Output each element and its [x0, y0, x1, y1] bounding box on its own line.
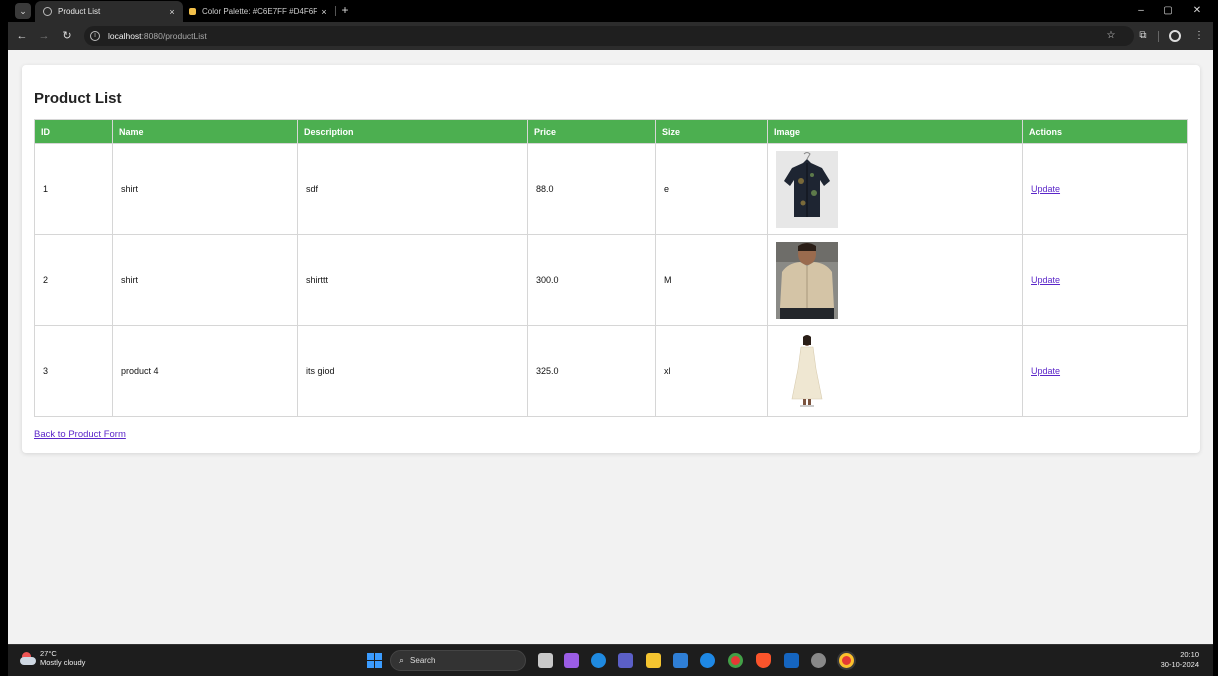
tab-product-list[interactable]: Product List × [35, 1, 183, 22]
menu-kebab-icon[interactable]: ⋮ [1191, 28, 1207, 44]
palette-icon [189, 8, 196, 15]
extensions-icon[interactable]: ⧉ [1135, 28, 1151, 44]
cell-size: M [655, 234, 768, 326]
browser-toolbar: ← → ↻ i localhost:8080/productList ☆ ⧉ ⋮ [8, 22, 1213, 50]
forward-arrow-icon[interactable]: → [36, 28, 52, 44]
cell-price: 88.0 [527, 143, 656, 235]
cell-actions: Update [1022, 143, 1188, 235]
chrome-icon[interactable] [728, 653, 743, 668]
taskbar-search-label: Search [410, 656, 436, 665]
close-window-button[interactable]: ✕ [1187, 3, 1207, 19]
cell-name: shirt [112, 143, 298, 235]
task-view-icon[interactable] [538, 653, 553, 668]
teams-icon[interactable] [618, 653, 633, 668]
app-icon[interactable] [784, 653, 799, 668]
cell-size: xl [655, 325, 768, 417]
file-explorer-icon[interactable] [646, 653, 661, 668]
update-link[interactable]: Update [1031, 184, 1060, 194]
column-header-id: ID [34, 119, 113, 144]
start-windows-icon[interactable] [367, 653, 382, 668]
tab-color-palette[interactable]: Color Palette: #C6E7FF #D4F6FF × [185, 1, 335, 22]
system-clock[interactable]: 20:10 30-10-2024 [1161, 650, 1199, 670]
copilot-icon[interactable] [564, 653, 579, 668]
new-tab-button[interactable]: + [338, 2, 352, 18]
chrome-active-icon[interactable] [839, 653, 854, 668]
cell-image [767, 234, 1023, 326]
tab-close-icon[interactable]: × [317, 7, 331, 17]
cell-price: 300.0 [527, 234, 656, 326]
tab-close-icon[interactable]: × [165, 7, 179, 17]
product-list-card: Product List ID Name Description Price S… [22, 65, 1200, 453]
clock-date: 30-10-2024 [1160, 660, 1199, 669]
column-header-size: Size [655, 119, 768, 144]
site-info-icon[interactable]: i [90, 31, 100, 41]
weather-app-icon[interactable] [700, 653, 715, 668]
cell-actions: Update [1022, 325, 1188, 417]
update-link[interactable]: Update [1031, 275, 1060, 285]
toolbar-divider [1158, 31, 1159, 42]
page-title: Product List [34, 90, 122, 107]
page-viewport: Product List ID Name Description Price S… [8, 50, 1213, 644]
tab-search-button[interactable]: ⌄ [15, 3, 31, 19]
clock-time: 20:10 [1180, 650, 1199, 659]
url-host: localhost [108, 31, 142, 41]
table-header-row: ID Name Description Price Size Image Act… [34, 119, 1188, 144]
tab-separator [335, 6, 336, 16]
product-image-beige-shirt [776, 241, 838, 319]
cell-name: shirt [112, 234, 298, 326]
profile-avatar-icon[interactable] [1169, 30, 1181, 42]
restore-button[interactable]: ▢ [1158, 3, 1178, 19]
url-path: :8080/productList [141, 31, 207, 41]
column-header-price: Price [527, 119, 656, 144]
table-row: 1 shirt sdf 88.0 e Update [34, 143, 1188, 235]
brave-browser-icon[interactable] [756, 653, 771, 668]
weather-temperature: 27°C [40, 649, 57, 658]
column-header-description: Description [297, 119, 528, 144]
cell-size: e [655, 143, 768, 235]
reload-icon[interactable]: ↻ [59, 28, 75, 44]
tab-strip: ⌄ Product List × Color Palette: #C6E7FF … [8, 0, 1213, 22]
cell-price: 325.0 [527, 325, 656, 417]
edge-browser-icon[interactable] [591, 653, 606, 668]
globe-icon [43, 7, 52, 16]
cell-id: 3 [34, 325, 113, 417]
cell-id: 1 [34, 143, 113, 235]
back-to-product-form-link[interactable]: Back to Product Form [34, 429, 126, 440]
product-image-dark-shirt [776, 150, 838, 228]
search-icon: ⌕ [399, 655, 405, 665]
microsoft-store-icon[interactable] [673, 653, 688, 668]
cell-image [767, 143, 1023, 235]
address-bar[interactable]: i localhost:8080/productList [84, 26, 1134, 46]
minimize-button[interactable]: – [1131, 3, 1151, 19]
screen: ⌄ Product List × Color Palette: #C6E7FF … [8, 0, 1213, 676]
cell-name: product 4 [112, 325, 298, 417]
settings-gear-icon[interactable] [811, 653, 826, 668]
bookmark-star-icon[interactable]: ☆ [1103, 28, 1119, 44]
cell-image [767, 325, 1023, 417]
cell-description: sdf [297, 143, 528, 235]
tab-title: Product List [58, 7, 101, 16]
cell-description: its giod [297, 325, 528, 417]
back-arrow-icon[interactable]: ← [14, 28, 30, 44]
cell-actions: Update [1022, 234, 1188, 326]
product-image-cream-dress [776, 332, 838, 410]
table-row: 3 product 4 its giod 325.0 xl Update [34, 325, 1188, 417]
taskbar-search-box[interactable]: ⌕ Search [390, 650, 526, 671]
update-link[interactable]: Update [1031, 366, 1060, 376]
table-row: 2 shirt shirttt 300.0 M Update [34, 234, 1188, 326]
cell-id: 2 [34, 234, 113, 326]
weather-widget[interactable]: 27°C Mostly cloudy [20, 649, 85, 667]
cell-description: shirttt [297, 234, 528, 326]
product-table: ID Name Description Price Size Image Act… [34, 119, 1188, 417]
column-header-name: Name [112, 119, 298, 144]
tab-title: Color Palette: #C6E7FF #D4F6FF [202, 7, 317, 16]
weather-cloudy-icon [20, 651, 36, 665]
weather-description: Mostly cloudy [40, 658, 86, 667]
os-taskbar: 27°C Mostly cloudy ⌕ Search 20:10 30-10-… [8, 644, 1213, 676]
column-header-image: Image [767, 119, 1023, 144]
column-header-actions: Actions [1022, 119, 1188, 144]
